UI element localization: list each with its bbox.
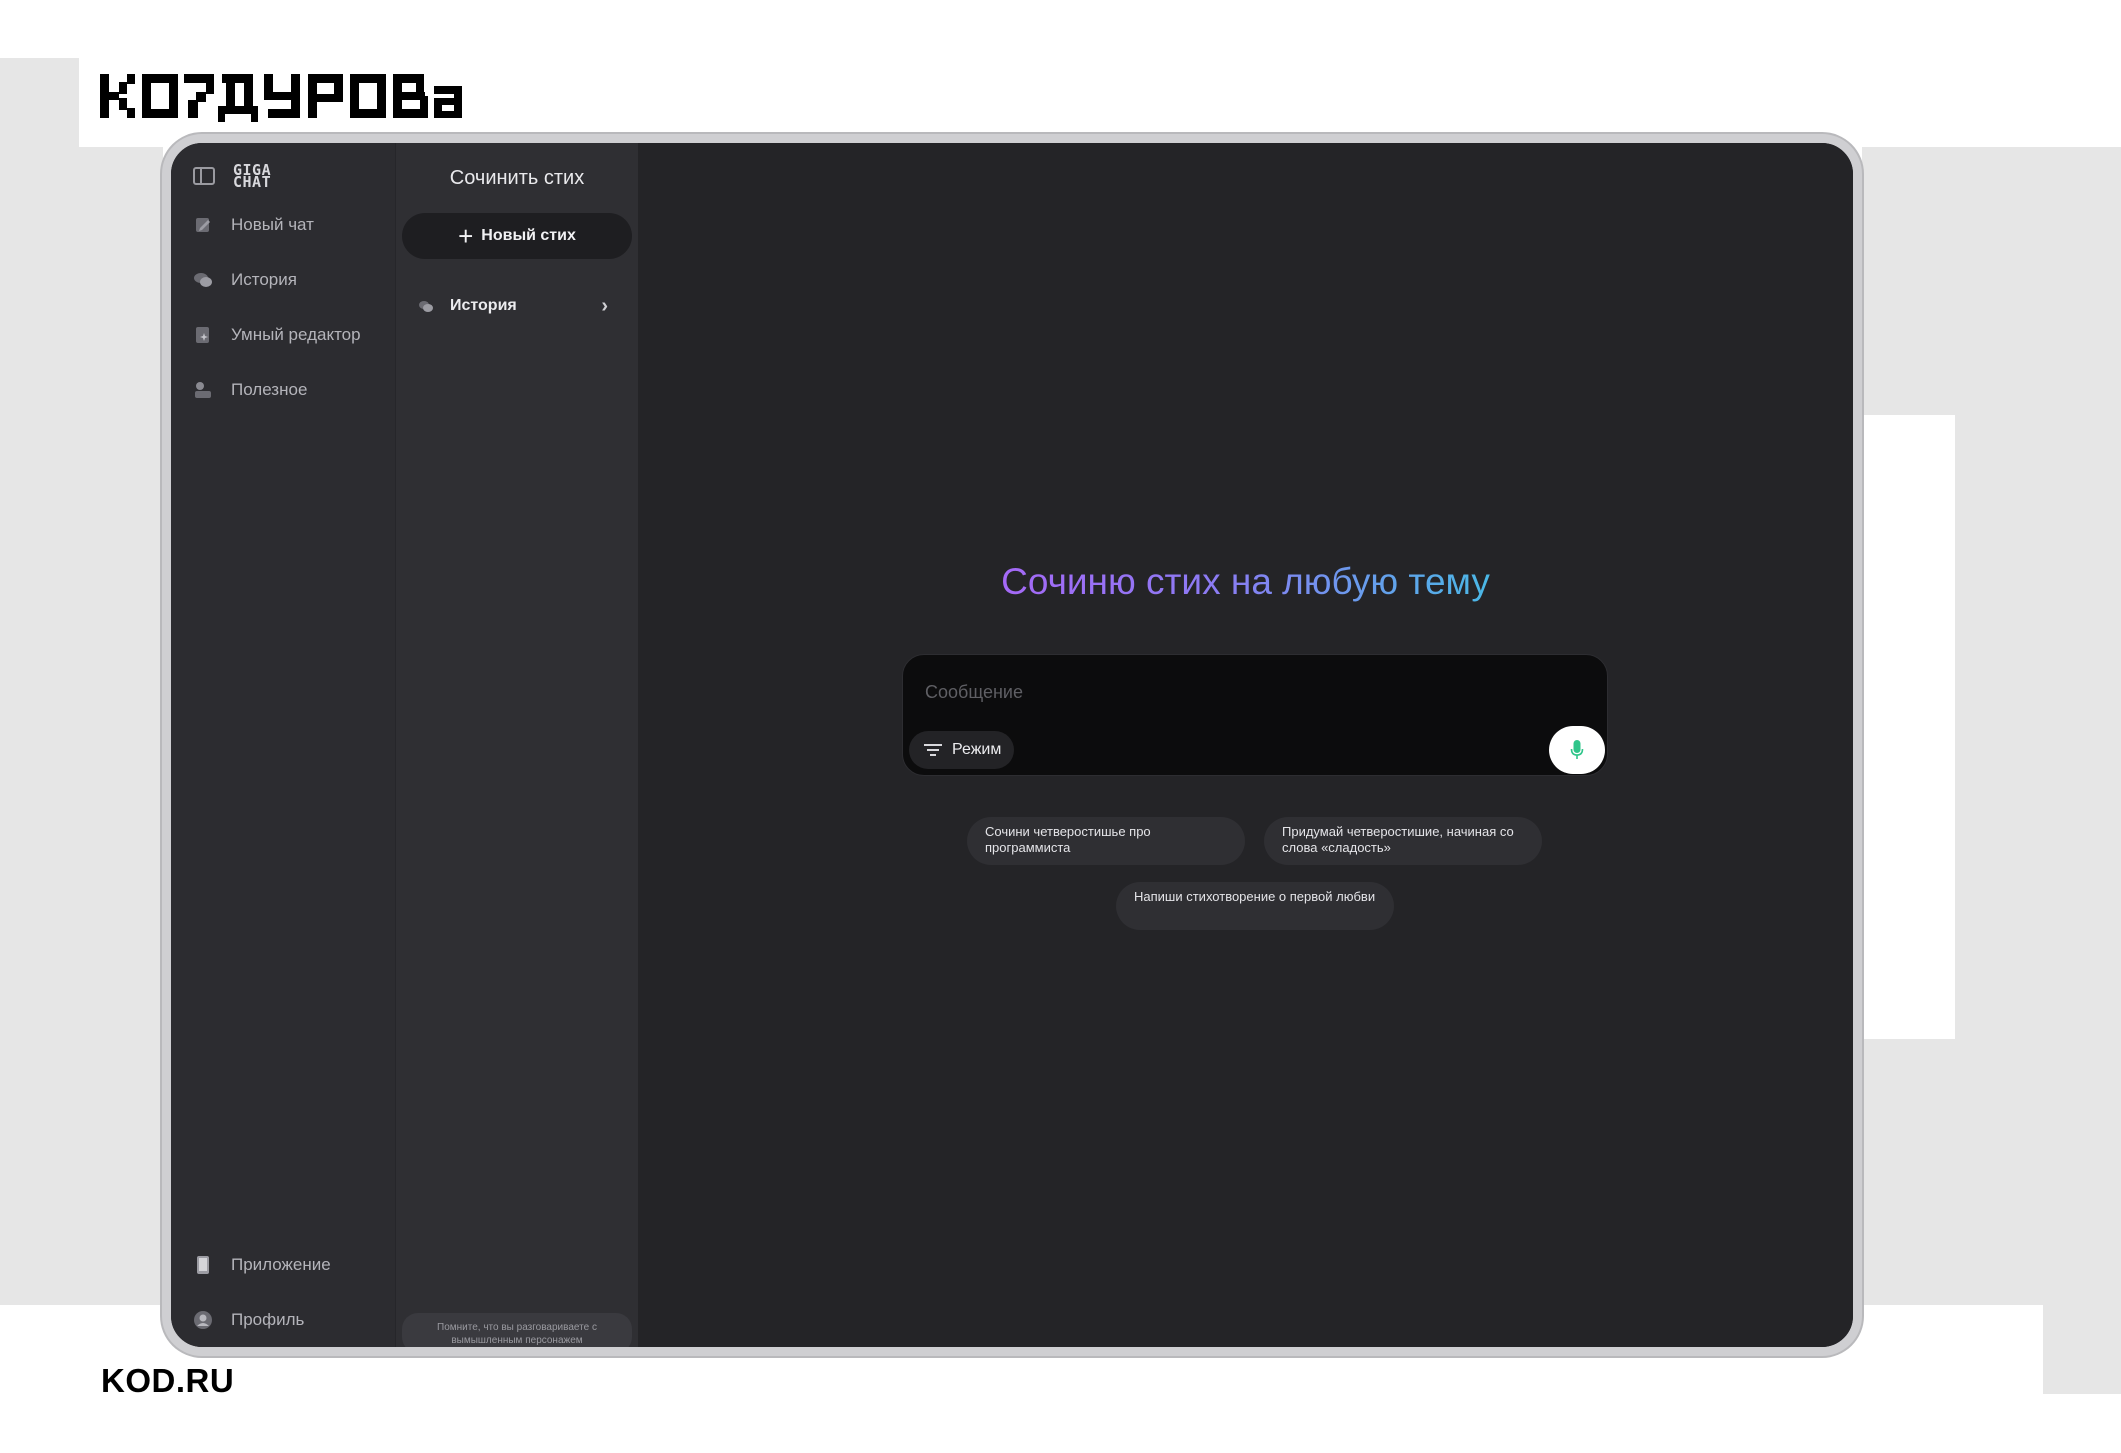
nav-item-label: Профиль bbox=[231, 1309, 305, 1329]
headline-text: Сочиню стих на любую тему bbox=[1001, 561, 1490, 602]
app-window: GIGA CHAT Новый чат История Умный редакт… bbox=[162, 134, 1862, 1356]
nav-item-app[interactable]: Приложение bbox=[171, 1237, 395, 1292]
background-block-right bbox=[1955, 415, 2121, 1039]
mode-button[interactable]: Режим bbox=[909, 731, 1015, 769]
new-poem-button[interactable]: + Новый стих bbox=[402, 213, 632, 259]
page-headline: Сочиню стих на любую тему bbox=[638, 561, 1853, 603]
main-area: Сочиню стих на любую тему Режим Сочини ч… bbox=[638, 143, 1853, 1347]
phone-icon bbox=[193, 1255, 213, 1275]
nav-item-label: Новый чат bbox=[231, 214, 314, 234]
nav-item-label: Умный редактор bbox=[231, 324, 361, 344]
microphone-button[interactable] bbox=[1549, 726, 1605, 774]
chat-bubbles-icon bbox=[418, 299, 434, 313]
new-poem-label: Новый стих bbox=[481, 227, 576, 244]
user-icon bbox=[193, 1310, 213, 1330]
footer-brand: KOD.RU bbox=[101, 1362, 235, 1399]
brand-logo-graphic bbox=[100, 74, 462, 122]
message-composer: Режим bbox=[902, 654, 1608, 776]
nav-sidebar: GIGA CHAT Новый чат История Умный редакт… bbox=[171, 143, 396, 1347]
suggestion-chip[interactable]: Придумай четверостишие, начиная со слова… bbox=[1264, 817, 1542, 865]
background-block-top-right bbox=[1862, 147, 2121, 415]
smart-editor-icon bbox=[193, 325, 213, 345]
brand-logo bbox=[98, 68, 463, 128]
nav-item-useful[interactable]: Полезное bbox=[171, 362, 395, 417]
nav-item-label: Полезное bbox=[231, 379, 308, 399]
microphone-icon bbox=[1570, 740, 1584, 759]
suggestion-chip[interactable]: Сочини четверостишье про программиста bbox=[967, 817, 1245, 865]
message-input[interactable] bbox=[925, 677, 1525, 707]
nav-item-history[interactable]: История bbox=[171, 252, 395, 307]
useful-icon bbox=[193, 380, 213, 400]
nav-item-new-chat[interactable]: Новый чат bbox=[171, 197, 395, 252]
disclaimer-note: Помните, что вы разговариваете с вымышле… bbox=[402, 1313, 632, 1347]
nav-item-smart-editor[interactable]: Умный редактор bbox=[171, 307, 395, 362]
nav-item-label: Приложение bbox=[231, 1254, 331, 1274]
sidebar-toggle-icon[interactable] bbox=[193, 167, 215, 185]
mode-label: Режим bbox=[952, 741, 1002, 758]
app-logo: GIGA CHAT bbox=[233, 161, 272, 191]
pencil-icon bbox=[193, 215, 213, 235]
panel-history-label: История bbox=[450, 297, 517, 314]
background-block-left bbox=[0, 58, 79, 1305]
plus-icon: + bbox=[458, 221, 474, 251]
nav-bottom: Приложение Профиль bbox=[171, 1237, 395, 1347]
poem-panel: Сочинить стих + Новый стих История › Пом… bbox=[396, 143, 638, 1347]
suggestion-chip[interactable]: Напиши стихотворение о первой любви bbox=[1116, 882, 1394, 930]
filter-icon bbox=[923, 742, 943, 758]
chevron-right-icon: › bbox=[601, 294, 608, 317]
chat-bubbles-icon bbox=[193, 270, 213, 290]
nav-item-label: История bbox=[231, 269, 297, 289]
panel-title: Сочинить стих bbox=[449, 167, 585, 189]
background-block-bottom-right-edge bbox=[2043, 1305, 2121, 1394]
background-block-inner bbox=[79, 147, 163, 1305]
nav-item-profile[interactable]: Профиль bbox=[171, 1292, 395, 1347]
nav-header: GIGA CHAT bbox=[171, 143, 395, 197]
panel-history-item[interactable]: История › bbox=[396, 291, 638, 321]
background-block-bottom-right bbox=[1862, 1039, 2121, 1305]
